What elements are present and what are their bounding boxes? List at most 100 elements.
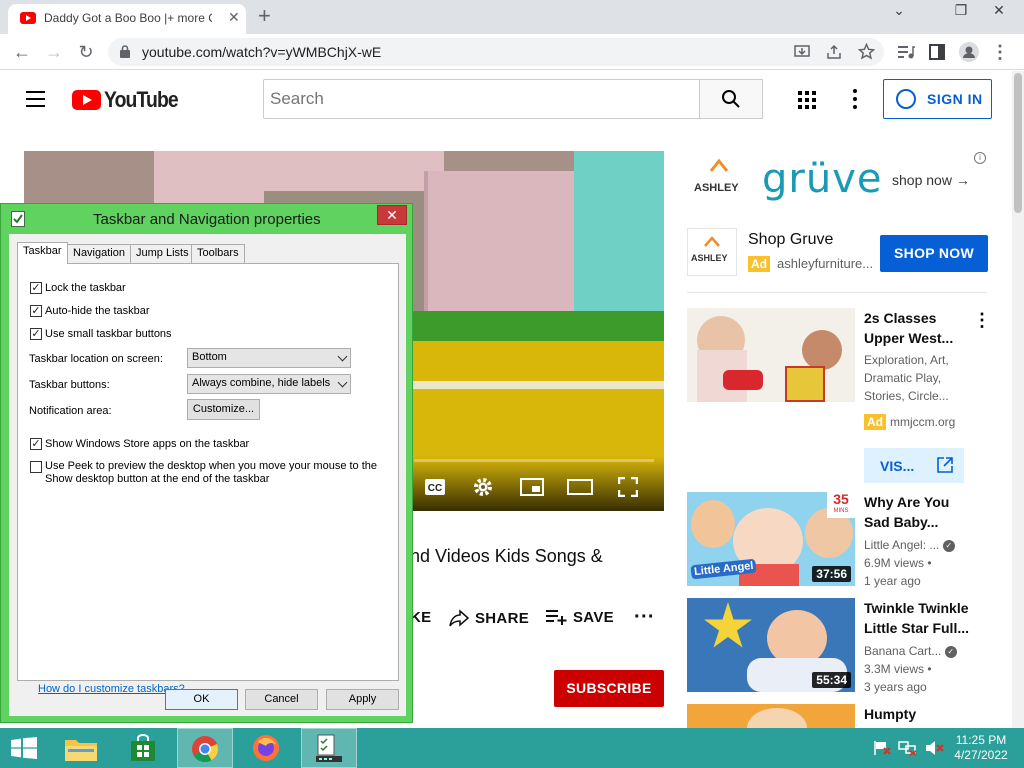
apply-button[interactable]: Apply xyxy=(326,689,399,710)
store-button[interactable] xyxy=(116,728,172,768)
store-apps-checkbox[interactable]: ✓ xyxy=(30,438,42,450)
thumb-child2-face xyxy=(802,330,842,370)
chrome-taskbar-button[interactable] xyxy=(177,728,233,768)
gruve-wordmark: grüve xyxy=(762,156,883,202)
tab-toolbars[interactable]: Toolbars xyxy=(191,244,245,263)
search-input[interactable] xyxy=(264,80,699,118)
shop-card-logo-text: ASHLEY xyxy=(691,253,728,263)
save-button[interactable]: SAVE xyxy=(545,609,614,626)
reload-icon[interactable]: ↻ xyxy=(74,40,98,64)
network-icon[interactable] xyxy=(898,740,918,756)
peek-checkbox[interactable] xyxy=(30,461,42,473)
taskbar-properties-taskbar-button[interactable] xyxy=(301,728,357,768)
recommended-thumbnail[interactable]: 55:34 xyxy=(687,598,855,692)
closed-captions-icon[interactable]: CC xyxy=(424,478,446,496)
channel-line[interactable]: Little Angel: ... ✓ xyxy=(864,536,1004,554)
forward-arrow-icon[interactable]: → xyxy=(42,40,66,64)
new-tab-button[interactable]: + xyxy=(258,4,271,28)
ashley-roof-icon xyxy=(709,158,729,172)
recommended-video-item[interactable]: Humpty xyxy=(687,704,1012,728)
browser-tab-active[interactable]: Daddy Got a Boo Boo |+ more C ✕ xyxy=(8,4,246,34)
dialog-close-button[interactable]: ✕ xyxy=(377,205,407,225)
recommended-video-item[interactable]: 35 MINS Little Angel 37:56 Why Are You S… xyxy=(687,492,1012,592)
visit-site-button[interactable]: VIS... xyxy=(864,448,964,483)
bookmark-star-icon[interactable] xyxy=(858,43,875,60)
recommended-ad-item[interactable]: 2s Classes Upper West... ⋮ Exploration, … xyxy=(687,308,1012,488)
more-actions-icon[interactable]: ··· xyxy=(634,606,655,629)
media-control-icon[interactable] xyxy=(897,44,915,60)
subscribe-button[interactable]: SUBSCRIBE xyxy=(554,670,664,707)
recommended-title[interactable]: Why Are You Sad Baby... xyxy=(864,492,976,532)
tab-taskbar[interactable]: Taskbar xyxy=(17,242,68,264)
ad-info-icon[interactable]: i xyxy=(974,152,986,164)
svg-text:CC: CC xyxy=(428,483,442,494)
video-frame-grass xyxy=(404,311,664,341)
recommended-title[interactable]: Twinkle Twinkle Little Star Full... xyxy=(864,598,976,638)
share-button[interactable]: SHARE xyxy=(449,609,529,627)
shop-now-button[interactable]: SHOP NOW xyxy=(880,235,988,272)
ok-button[interactable]: OK xyxy=(165,689,238,710)
cancel-button[interactable]: Cancel xyxy=(245,689,318,710)
ad-domain: mmjccm.org xyxy=(890,415,956,429)
back-arrow-icon[interactable]: ← xyxy=(10,40,34,64)
page-scrollbar[interactable] xyxy=(1012,71,1024,728)
like-button[interactable]: KE xyxy=(410,609,431,626)
theater-mode-icon[interactable] xyxy=(567,479,593,495)
recommended-title[interactable]: 2s Classes Upper West... xyxy=(864,308,976,348)
view-count: 3.3M views • xyxy=(864,662,932,676)
tab-jump-lists[interactable]: Jump Lists xyxy=(130,244,195,263)
apps-grid-icon[interactable] xyxy=(798,91,816,109)
miniplayer-icon[interactable] xyxy=(520,478,544,496)
recommended-thumbnail[interactable]: 35 MINS Little Angel 37:56 xyxy=(687,492,855,586)
search-button[interactable] xyxy=(699,79,763,119)
share-icon[interactable] xyxy=(826,44,842,60)
ad-banner[interactable]: ASHLEY grüve shop now → i xyxy=(687,152,987,210)
video-progress-bar[interactable] xyxy=(414,459,654,462)
recommended-description: Exploration, Art, Dramatic Play, Stories… xyxy=(864,351,949,405)
profile-avatar-icon[interactable] xyxy=(959,42,979,62)
recommended-thumbnail[interactable] xyxy=(687,704,855,728)
channel-line[interactable]: Banana Cart... ✓ xyxy=(864,642,1004,660)
file-explorer-button[interactable] xyxy=(54,728,110,768)
account-circle-icon xyxy=(896,89,916,109)
tab-search-icon[interactable]: ⌄ xyxy=(884,2,914,19)
window-restore-button[interactable]: ❐ xyxy=(946,2,976,19)
browser-menu-icon[interactable]: ⋮ xyxy=(988,40,1012,64)
volume-muted-icon[interactable] xyxy=(924,740,944,756)
settings-more-icon[interactable] xyxy=(852,89,858,109)
browser-tab-strip: Daddy Got a Boo Boo |+ more C ✕ + ⌄ ❐ ✕ xyxy=(0,0,1024,34)
kebab-menu-icon[interactable]: ⋮ xyxy=(973,310,991,331)
install-app-icon[interactable] xyxy=(794,44,810,60)
sign-in-button[interactable]: SIGN IN xyxy=(883,79,992,119)
fullscreen-icon[interactable] xyxy=(618,477,638,497)
address-bar[interactable]: youtube.com/watch?v=yWMBChjX-wE xyxy=(108,38,884,66)
side-panel-icon[interactable] xyxy=(929,44,945,60)
system-clock[interactable]: 11:25 PM 4/27/2022 xyxy=(950,733,1012,763)
taskbar-buttons-dropdown[interactable]: Always combine, hide labels xyxy=(187,374,351,394)
ashley-roof-small-icon xyxy=(704,236,720,247)
taskbar-buttons-label: Taskbar buttons: xyxy=(29,379,110,391)
scrollbar-thumb[interactable] xyxy=(1014,73,1022,213)
recommended-video-item[interactable]: 55:34 Twinkle Twinkle Little Star Full..… xyxy=(687,598,1012,698)
title-line-1: Twinkle Twinkle xyxy=(864,600,969,616)
tab-close-icon[interactable]: ✕ xyxy=(228,9,240,26)
tab-navigation[interactable]: Navigation xyxy=(67,244,131,263)
recommended-title[interactable]: Humpty xyxy=(864,704,976,724)
view-count: 6.9M views • xyxy=(864,556,932,570)
help-link[interactable]: How do I customize taskbars? xyxy=(38,683,185,695)
search-box[interactable] xyxy=(263,79,700,119)
small-buttons-checkbox[interactable]: ✓ xyxy=(30,328,42,340)
ad-shop-now-link[interactable]: shop now → xyxy=(892,172,970,188)
settings-gear-icon[interactable] xyxy=(473,477,493,497)
auto-hide-checkbox[interactable]: ✓ xyxy=(30,305,42,317)
window-close-button[interactable]: ✕ xyxy=(984,2,1014,19)
start-button[interactable] xyxy=(0,728,56,768)
menu-hamburger-icon[interactable] xyxy=(26,91,46,107)
action-center-flag-icon[interactable] xyxy=(872,740,892,756)
dialog-body: Taskbar Navigation Jump Lists Toolbars ✓… xyxy=(9,234,406,716)
lock-taskbar-checkbox[interactable]: ✓ xyxy=(30,282,42,294)
firefox-taskbar-button[interactable] xyxy=(239,728,295,768)
customize-button[interactable]: Customize... xyxy=(187,399,260,420)
recommended-thumbnail[interactable] xyxy=(687,308,855,402)
location-dropdown[interactable]: Bottom xyxy=(187,348,351,368)
